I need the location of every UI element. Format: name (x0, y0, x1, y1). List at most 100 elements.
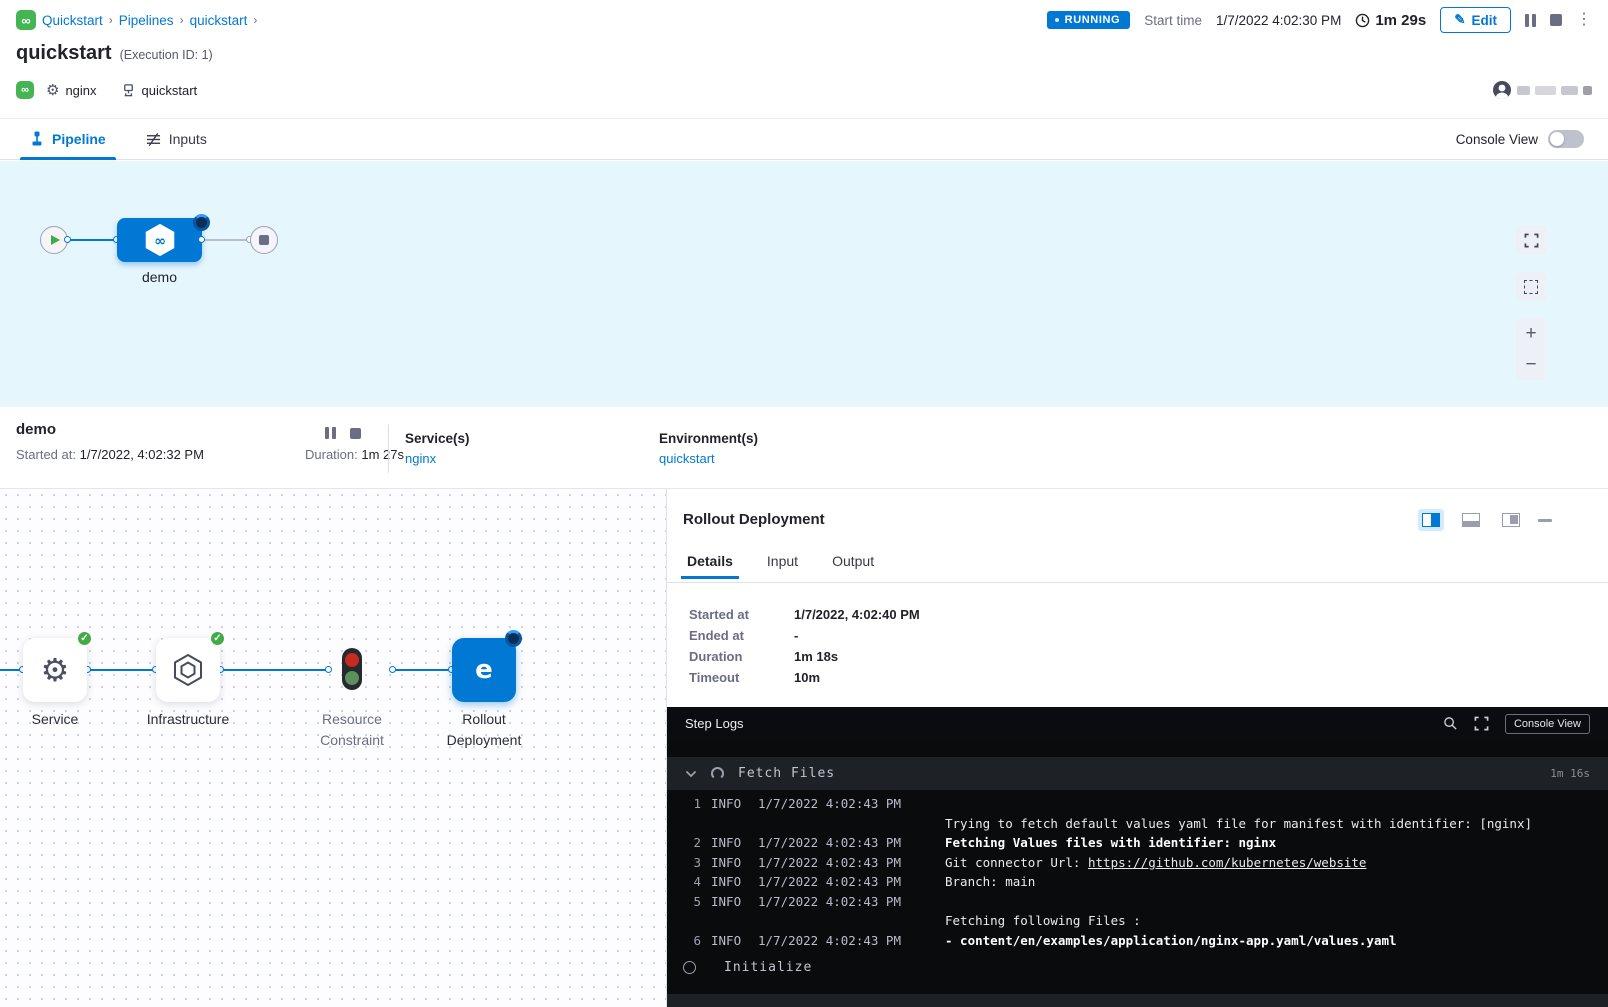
execution-detail-area: ⚙ ✓ ✓ e Service Infrastructure Resource … (0, 489, 1608, 1007)
log-message: Trying to fetch default values yaml file… (945, 816, 1532, 831)
console-view-label: Console View (1456, 132, 1538, 147)
marquee-icon (1524, 280, 1538, 294)
breadcrumb: Quickstart › Pipelines › quickstart › (42, 13, 257, 28)
log-line-number: 6 (667, 933, 701, 948)
view-tab-bar: Pipeline Inputs Console View (0, 118, 1608, 160)
tab-inputs-label: Inputs (169, 131, 207, 147)
step-label-service: Service (13, 709, 97, 730)
log-line-number: 1 (667, 796, 701, 811)
zoom-out-button[interactable]: − (1516, 349, 1546, 380)
minimize-panel-button[interactable] (1538, 519, 1552, 522)
log-message: Git connector Url: https://github.com/ku… (945, 855, 1366, 870)
panel-layout-controls (1418, 509, 1552, 531)
execution-controls: RUNNING Start time 1/7/2022 4:02:30 PM 1… (1047, 7, 1592, 33)
canvas-fullscreen-button[interactable] (1516, 225, 1546, 255)
user-avatar-icon (1492, 80, 1512, 100)
green-light-icon (345, 671, 359, 685)
service-name: nginx (65, 83, 96, 98)
environment-link[interactable]: quickstart (659, 451, 758, 466)
stage-pause-button[interactable] (325, 427, 336, 439)
elapsed-time: 1m 29s (1355, 12, 1426, 29)
breadcrumb-pipelines[interactable]: Pipelines (119, 13, 174, 28)
logs-console-view-button[interactable]: Console View (1505, 714, 1590, 734)
gear-icon: ⚙ (41, 651, 70, 689)
end-node[interactable] (250, 226, 278, 254)
step-logs-header: Step Logs Console View (667, 707, 1608, 740)
log-level: INFO (711, 796, 758, 811)
expand-logs-icon[interactable] (1474, 716, 1489, 731)
service-link[interactable]: nginx (405, 451, 470, 466)
detail-label: Ended at (689, 628, 794, 643)
layout-panel-right-button[interactable] (1498, 509, 1524, 531)
log-line: 6 INFO 1/7/2022 4:02:43 PM - content/en/… (667, 931, 1608, 951)
breadcrumb-pipeline-name[interactable]: quickstart (190, 13, 248, 28)
environment-meta[interactable]: quickstart (121, 83, 198, 98)
execution-id: (Execution ID: 1) (120, 48, 213, 62)
tab-input[interactable]: Input (765, 547, 800, 579)
step-node-rollout-deployment[interactable]: e (452, 638, 516, 702)
log-lines[interactable]: 1 INFO 1/7/2022 4:02:43 PM Trying to fet… (667, 790, 1608, 1007)
environments-label: Environment(s) (659, 431, 758, 446)
tab-output[interactable]: Output (830, 547, 876, 579)
detail-row: Ended at - (689, 628, 920, 643)
pipeline-icon (30, 131, 44, 147)
pencil-icon: ✎ (1454, 12, 1465, 28)
console-view-toggle[interactable] (1548, 130, 1584, 148)
step-running-spinner-icon (505, 630, 522, 647)
execution-graph-canvas[interactable]: ⚙ ✓ ✓ e Service Infrastructure Resource … (0, 489, 666, 1007)
services-block: Service(s) nginx (405, 431, 470, 466)
layout-split-horizontal-button[interactable] (1458, 509, 1484, 531)
tab-pipeline[interactable]: Pipeline (24, 119, 112, 159)
edge-start-to-stage (68, 239, 117, 241)
service-meta[interactable]: ⚙ nginx (46, 83, 97, 98)
cd-module-icon: ∞ (16, 10, 36, 30)
breadcrumb-separator: › (109, 13, 113, 27)
stage-stop-button[interactable] (350, 428, 361, 439)
detail-row: Duration 1m 18s (689, 649, 920, 664)
step-node-infrastructure[interactable] (156, 638, 220, 702)
log-section-fetch-files[interactable]: Fetch Files 1m 16s (667, 757, 1608, 790)
pending-circle-icon (683, 961, 696, 974)
step-node-resource-constraint[interactable] (342, 648, 362, 690)
stage-name: demo (16, 421, 56, 438)
step-node-service[interactable]: ⚙ (23, 638, 87, 702)
stop-button[interactable] (1550, 14, 1562, 26)
split-vertical-icon (1422, 513, 1440, 527)
edit-button[interactable]: ✎ Edit (1440, 7, 1511, 33)
cd-module-icon: ∞ (16, 81, 34, 99)
link-point[interactable] (325, 666, 332, 673)
stage-duration: Duration: 1m 27s (305, 447, 404, 462)
kebab-menu-icon[interactable]: ⋮ (1576, 12, 1592, 28)
zoom-in-button[interactable]: + (1516, 318, 1546, 349)
log-timestamp: 1/7/2022 4:02:43 PM (758, 835, 945, 850)
step-panel-title: Rollout Deployment (683, 511, 825, 528)
environments-block: Environment(s) quickstart (659, 431, 758, 466)
pipeline-canvas[interactable]: ∞ demo + − (0, 161, 1608, 407)
pause-button[interactable] (1525, 14, 1536, 27)
link-point[interactable] (198, 236, 205, 243)
search-icon[interactable] (1443, 716, 1458, 731)
log-message: Branch: main (945, 874, 1035, 889)
log-line: 2 INFO 1/7/2022 4:02:43 PM Fetching Valu… (667, 833, 1608, 853)
tab-details[interactable]: Details (685, 547, 735, 579)
redacted-text (1535, 86, 1556, 95)
step-label-resource-constraint: Resource Constraint (310, 709, 394, 751)
log-timestamp: 1/7/2022 4:02:43 PM (758, 874, 945, 889)
red-light-icon (345, 653, 359, 667)
log-line: Trying to fetch default values yaml file… (667, 814, 1608, 834)
log-level: INFO (711, 894, 758, 909)
link-point[interactable] (389, 666, 396, 673)
log-section-initialize[interactable]: Initialize (667, 952, 1608, 982)
layout-split-vertical-button[interactable] (1418, 509, 1444, 531)
breadcrumb-project[interactable]: Quickstart (42, 13, 103, 28)
stage-node-demo[interactable]: ∞ (117, 218, 202, 262)
stage-started-at: Started at: 1/7/2022, 4:02:32 PM (16, 447, 204, 462)
link-point[interactable] (64, 236, 71, 243)
page-title: quickstart (16, 42, 112, 65)
git-connector-link[interactable]: https://github.com/kubernetes/website (1088, 855, 1366, 870)
log-message: Fetching following Files : (945, 913, 1141, 928)
status-badge: RUNNING (1047, 11, 1131, 29)
canvas-select-button[interactable] (1516, 272, 1546, 302)
tab-inputs[interactable]: Inputs (140, 119, 213, 159)
log-line: 5 INFO 1/7/2022 4:02:43 PM (667, 892, 1608, 912)
